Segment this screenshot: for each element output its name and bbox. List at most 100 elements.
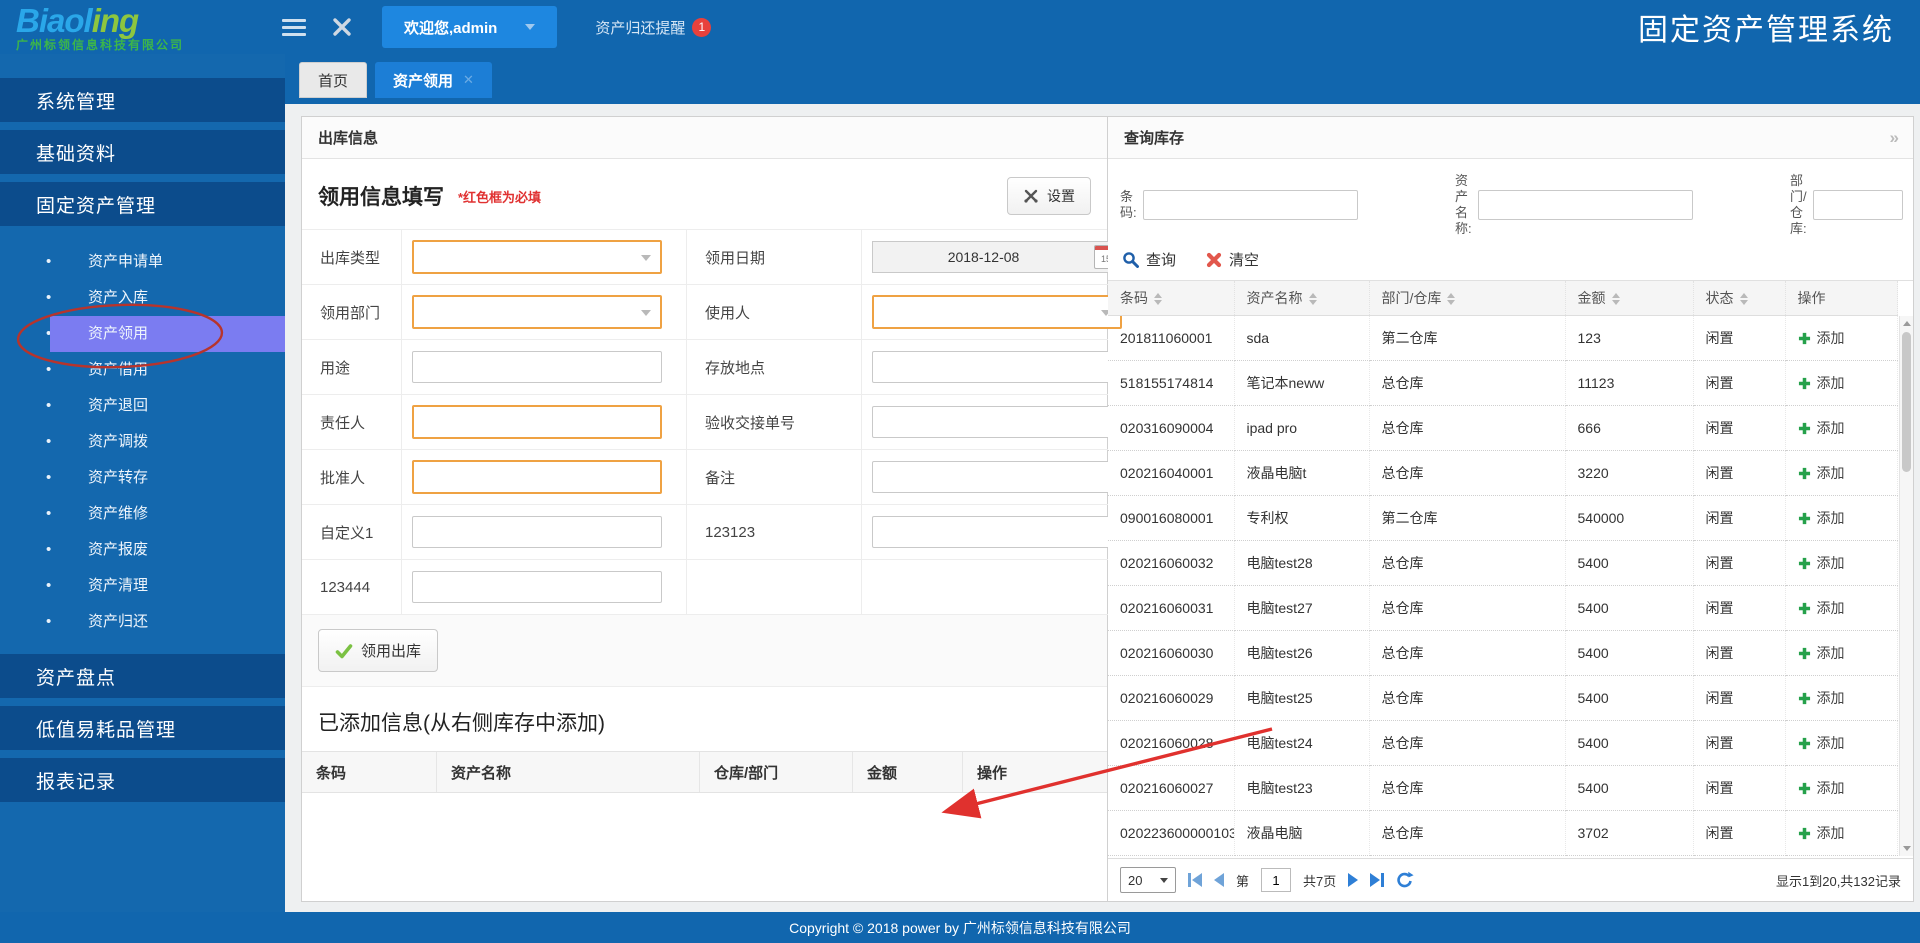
col-barcode[interactable]: 条码 bbox=[1108, 281, 1235, 316]
last-page-button[interactable] bbox=[1370, 873, 1385, 887]
prev-page-button[interactable] bbox=[1214, 873, 1224, 887]
sidebar-item-asset-requisition[interactable]: 资产领用 bbox=[0, 316, 285, 352]
sidebar-item-asset-scrap[interactable]: 资产报废 bbox=[0, 532, 285, 568]
requisition-date-field[interactable]: 2018-12-08 15 bbox=[872, 241, 1122, 273]
add-label: 添加 bbox=[1816, 374, 1845, 391]
remark-input[interactable] bbox=[872, 461, 1122, 493]
requisition-dept-select[interactable] bbox=[412, 295, 662, 329]
custom1-input[interactable] bbox=[412, 516, 662, 548]
sidebar-section-inventory-check[interactable]: 资产盘点 bbox=[0, 654, 285, 698]
cell-asset-name: 电脑test25 bbox=[1234, 675, 1370, 721]
inventory-row: 020216040001 液晶电脑t 总仓库 3220 闲置 添加 bbox=[1108, 450, 1898, 496]
user-select[interactable] bbox=[872, 295, 1122, 329]
add-row-button[interactable]: 添加 bbox=[1785, 405, 1898, 451]
clear-button[interactable]: 清空 bbox=[1206, 249, 1259, 270]
add-label: 添加 bbox=[1816, 509, 1845, 526]
scroll-up-icon[interactable] bbox=[1900, 316, 1913, 330]
requisition-outbound-button[interactable]: 领用出库 bbox=[318, 629, 439, 672]
add-row-button[interactable]: 添加 bbox=[1785, 720, 1898, 766]
cell-status: 闲置 bbox=[1693, 585, 1786, 631]
inventory-row: 020216060029 电脑test25 总仓库 5400 闲置 添加 bbox=[1108, 675, 1898, 721]
sidebar-item-asset-repair[interactable]: 资产维修 bbox=[0, 496, 285, 532]
first-page-button[interactable] bbox=[1188, 873, 1202, 887]
sidebar-item-asset-restore[interactable]: 资产转存 bbox=[0, 460, 285, 496]
responsible-person-input[interactable] bbox=[412, 405, 662, 439]
acceptance-number-input[interactable] bbox=[872, 406, 1122, 438]
add-row-button[interactable]: 添加 bbox=[1785, 585, 1898, 631]
sidebar-item-asset-request[interactable]: 资产申请单 bbox=[0, 244, 285, 280]
cell-amount: 3702 bbox=[1565, 810, 1694, 856]
add-row-button[interactable]: 添加 bbox=[1785, 450, 1898, 496]
sidebar-section-basic-data[interactable]: 基础资料 bbox=[0, 130, 285, 174]
col-dept-warehouse[interactable]: 部门/仓库 bbox=[1369, 281, 1566, 316]
col-status[interactable]: 状态 bbox=[1693, 281, 1786, 316]
total-pages-label: 共7页 bbox=[1303, 873, 1337, 889]
sidebar-section-consumables[interactable]: 低值易耗品管理 bbox=[0, 706, 285, 750]
close-icon[interactable] bbox=[332, 17, 352, 37]
tab-asset-requisition[interactable]: 资产领用 ✕ bbox=[375, 62, 492, 98]
tab-home[interactable]: 首页 bbox=[299, 62, 368, 98]
sidebar-item-asset-return[interactable]: 资产归还 bbox=[0, 604, 285, 640]
table-scrollbar[interactable] bbox=[1899, 316, 1913, 856]
add-row-button[interactable]: 添加 bbox=[1785, 360, 1898, 406]
scroll-down-icon[interactable] bbox=[1900, 842, 1913, 856]
sidebar-item-asset-transfer[interactable]: 资产调拨 bbox=[0, 424, 285, 460]
hamburger-icon[interactable] bbox=[282, 15, 306, 40]
inventory-row: 020216060031 电脑test27 总仓库 5400 闲置 添加 bbox=[1108, 585, 1898, 631]
add-row-button[interactable]: 添加 bbox=[1785, 765, 1898, 811]
collapse-icon[interactable]: » bbox=[1890, 128, 1899, 148]
search-barcode-input[interactable] bbox=[1143, 190, 1358, 220]
query-button[interactable]: 查询 bbox=[1122, 249, 1176, 270]
settings-label: 设置 bbox=[1047, 188, 1075, 204]
added-info-table-header: 条码 资产名称 仓库/部门 金额 操作 bbox=[302, 751, 1107, 793]
label-remark: 备注 bbox=[687, 450, 862, 505]
refresh-icon[interactable] bbox=[1396, 871, 1414, 889]
page-number-input[interactable] bbox=[1261, 868, 1292, 892]
custom3-input[interactable] bbox=[412, 571, 662, 603]
sidebar-item-asset-cleanup[interactable]: 资产清理 bbox=[0, 568, 285, 604]
search-dept-warehouse-input[interactable] bbox=[1813, 190, 1903, 220]
settings-button[interactable]: 设置 bbox=[1007, 177, 1091, 215]
col-asset-name[interactable]: 资产名称 bbox=[1234, 281, 1370, 316]
cell-status: 闲置 bbox=[1693, 720, 1786, 766]
sidebar-item-asset-borrow[interactable]: 资产借用 bbox=[0, 352, 285, 388]
add-row-button[interactable]: 添加 bbox=[1785, 495, 1898, 541]
tab-close-icon[interactable]: ✕ bbox=[463, 72, 474, 88]
tools-icon bbox=[1024, 189, 1038, 203]
cell-asset-name: 笔记本neww bbox=[1234, 360, 1370, 406]
custom2-input[interactable] bbox=[872, 516, 1122, 548]
sidebar-section-fixed-assets[interactable]: 固定资产管理 bbox=[0, 182, 285, 226]
outbound-type-select[interactable] bbox=[412, 240, 662, 274]
approver-input[interactable] bbox=[412, 460, 662, 494]
add-row-button[interactable]: 添加 bbox=[1785, 630, 1898, 676]
purpose-input[interactable] bbox=[412, 351, 662, 383]
cell-amount: 5400 bbox=[1565, 540, 1694, 586]
inventory-search-form: 条码: 资产名称: 部门/仓库: bbox=[1108, 159, 1913, 245]
storage-location-input[interactable] bbox=[872, 351, 1122, 383]
sidebar-item-asset-return-back[interactable]: 资产退回 bbox=[0, 388, 285, 424]
welcome-user-button[interactable]: 欢迎您,admin bbox=[382, 6, 558, 48]
scrollbar-thumb[interactable] bbox=[1902, 332, 1911, 472]
col-amount[interactable]: 金额 bbox=[1565, 281, 1694, 316]
cell-barcode: 518155174814 bbox=[1108, 360, 1235, 406]
logo: Biaoling 广州标领信息科技有限公司 bbox=[16, 4, 266, 51]
asset-return-reminder[interactable]: 资产归还提醒 1 bbox=[595, 17, 712, 38]
plus-icon bbox=[1798, 332, 1810, 344]
add-row-button[interactable]: 添加 bbox=[1785, 315, 1898, 361]
add-row-button[interactable]: 添加 bbox=[1785, 675, 1898, 721]
cell-dept-warehouse: 总仓库 bbox=[1369, 810, 1566, 856]
inventory-row: 201811060001 sda 第二仓库 123 闲置 添加 bbox=[1108, 315, 1898, 361]
search-asset-name-input[interactable] bbox=[1478, 190, 1693, 220]
added-col-operation: 操作 bbox=[963, 752, 1107, 792]
next-page-button[interactable] bbox=[1348, 873, 1359, 887]
sidebar: 系统管理 基础资料 固定资产管理 资产申请单 资产入库 资产领用 资产借用 资产… bbox=[0, 54, 285, 912]
reminder-label: 资产归还提醒 bbox=[595, 19, 686, 37]
sidebar-item-asset-inbound[interactable]: 资产入库 bbox=[0, 280, 285, 316]
page-size-select[interactable]: 20 bbox=[1120, 867, 1176, 893]
label-responsible-person: 责任人 bbox=[302, 395, 402, 450]
add-row-button[interactable]: 添加 bbox=[1785, 810, 1898, 856]
sidebar-section-system[interactable]: 系统管理 bbox=[0, 78, 285, 122]
cell-dept-warehouse: 总仓库 bbox=[1369, 720, 1566, 766]
sidebar-section-reports[interactable]: 报表记录 bbox=[0, 758, 285, 802]
add-row-button[interactable]: 添加 bbox=[1785, 540, 1898, 586]
